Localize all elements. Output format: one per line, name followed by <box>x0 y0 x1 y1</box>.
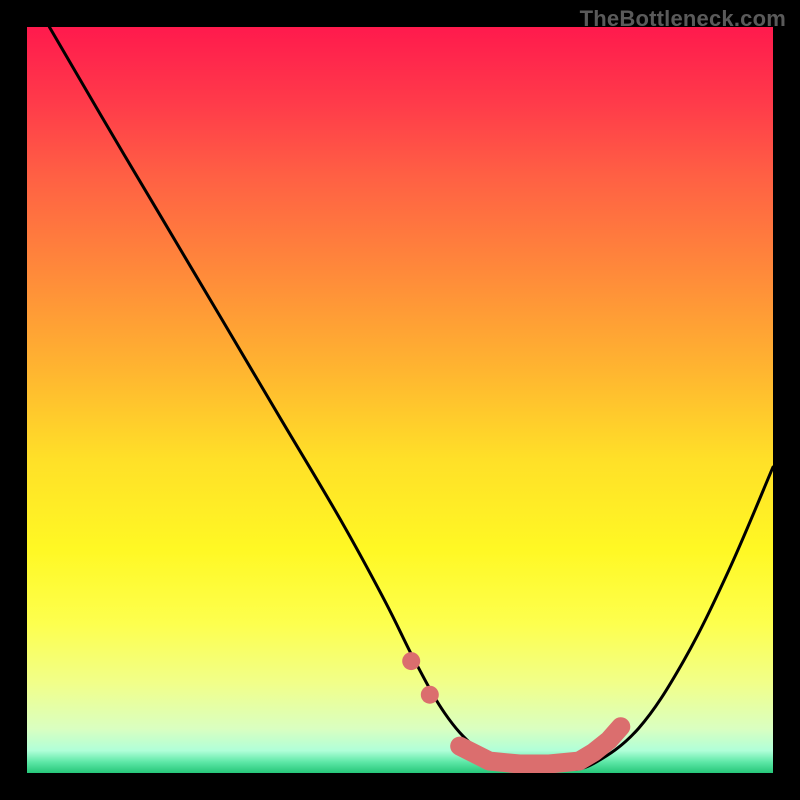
dot-left-lower <box>421 686 439 704</box>
dot-left-upper <box>402 652 420 670</box>
marker-dots <box>402 652 439 704</box>
chart-frame <box>27 27 773 773</box>
marker-overlay <box>460 727 621 764</box>
watermark-text: TheBottleneck.com <box>580 6 786 32</box>
chart-svg <box>27 27 773 773</box>
